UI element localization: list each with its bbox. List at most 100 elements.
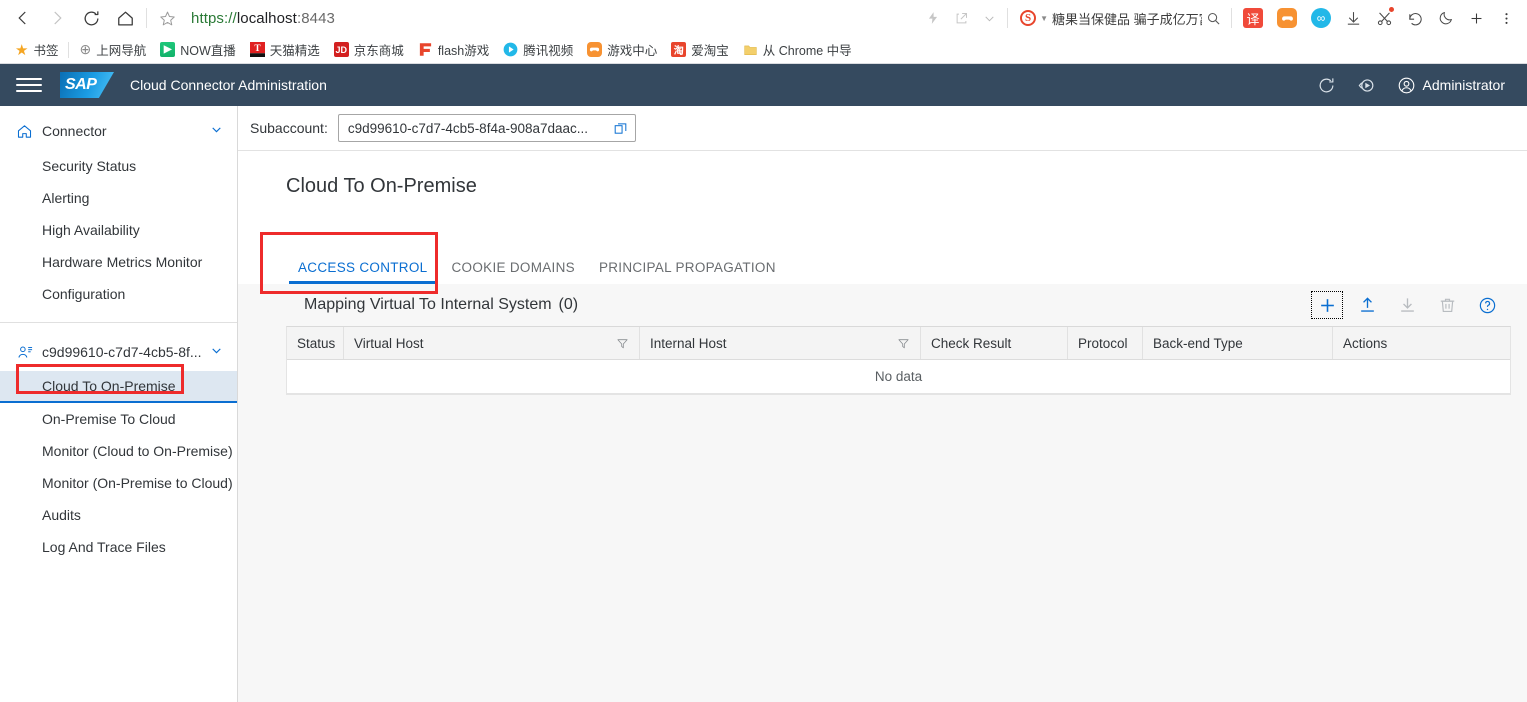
sidebar-group-subaccount[interactable]: c9d99610-c7d7-4cb5-8f... [0, 333, 237, 371]
sidebar-item-log-and-trace-files[interactable]: Log And Trace Files [0, 531, 237, 563]
bookmark-label: 天猫精选 [269, 44, 320, 58]
screenshot-scissors-icon[interactable] [1369, 3, 1400, 33]
bookmark-item-6[interactable]: 腾讯视频 [496, 39, 580, 61]
game-extension-icon[interactable] [1270, 3, 1304, 33]
bookmark-item-5[interactable]: flash游戏 [411, 39, 496, 61]
tab-label: ACCESS CONTROL [298, 260, 428, 275]
download-icon[interactable] [1338, 3, 1369, 33]
sidebar-divider [0, 322, 237, 323]
sidebar-item-hardware-metrics-monitor[interactable]: Hardware Metrics Monitor [0, 246, 237, 278]
column-label: Protocol [1078, 335, 1128, 351]
sidebar-item-label: Cloud To On-Premise [42, 378, 176, 394]
infinity-extension-icon[interactable]: ∞ [1304, 3, 1338, 33]
table-count: (0) [558, 296, 579, 313]
bookmark-label: 爱淘宝 [691, 44, 729, 58]
bookmark-item-4[interactable]: JD 京东商城 [327, 39, 411, 61]
bookmark-item-2[interactable]: ▶ NOW直播 [153, 39, 243, 61]
restart-icon[interactable] [1347, 65, 1387, 105]
history-back-icon[interactable] [1400, 3, 1431, 33]
sidebar-item-label: On-Premise To Cloud [42, 411, 176, 427]
sidebar-item-cloud-to-on-premise[interactable]: Cloud To On-Premise [0, 371, 237, 403]
bookmark-item-3[interactable]: T 天猫精选 [243, 39, 327, 61]
bookmark-divider [68, 41, 70, 58]
chevron-down-icon[interactable] [210, 123, 223, 139]
browser-menu-icon[interactable] [1492, 3, 1521, 33]
sidebar-item-alerting[interactable]: Alerting [0, 182, 237, 214]
url-scheme: https:// [191, 9, 237, 27]
translate-extension-icon[interactable]: 译 [1236, 3, 1270, 33]
search-icon[interactable] [1206, 11, 1221, 26]
column-header-back-end-type[interactable]: Back-end Type [1143, 327, 1333, 359]
bookmark-item-1[interactable]: ⊕ 上网导航 [72, 39, 153, 61]
chevron-down-icon[interactable] [210, 344, 223, 360]
table-title: Mapping Virtual To Internal System [304, 296, 552, 313]
column-label: Check Result [931, 335, 1012, 351]
globe-icon: ⊕ [79, 41, 92, 57]
tmall-icon: T [249, 42, 265, 57]
sidebar-group-connector[interactable]: Connector [0, 112, 237, 150]
column-label: Virtual Host [354, 335, 424, 351]
column-header-check-result[interactable]: Check Result [921, 327, 1068, 359]
import-button[interactable] [1347, 287, 1387, 323]
subaccount-bar: Subaccount: c9d99610-c7d7-4cb5-8f4a-908a… [238, 106, 1527, 151]
app-body: Connector Security Status Alerting High … [0, 106, 1527, 702]
sidebar-item-configuration[interactable]: Configuration [0, 278, 237, 310]
tab-principal-propagation[interactable]: PRINCIPAL PROPAGATION [587, 236, 788, 284]
sidebar-item-security-status[interactable]: Security Status [0, 150, 237, 182]
column-header-virtual-host[interactable]: Virtual Host [344, 327, 640, 359]
chevron-down-icon[interactable] [976, 3, 1003, 33]
url-port: :8443 [296, 9, 335, 27]
star-icon: ★ [15, 41, 29, 59]
sidebar-item-on-premise-to-cloud[interactable]: On-Premise To Cloud [0, 403, 237, 435]
search-box[interactable]: S ▼ 糖果当保健品 骗子成亿万富 [1012, 5, 1227, 31]
sidebar-item-high-availability[interactable]: High Availability [0, 214, 237, 246]
subaccount-input[interactable]: c9d99610-c7d7-4cb5-8f4a-908a7daac... [337, 114, 636, 142]
bookmark-label: 游戏中心 [607, 44, 658, 58]
bookmark-label: 腾讯视频 [523, 44, 574, 58]
sidebar: Connector Security Status Alerting High … [0, 106, 238, 702]
sidebar-item-monitor-cloud-to-on-premise[interactable]: Monitor (Cloud to On-Premise) [0, 435, 237, 467]
column-header-status[interactable]: Status [287, 327, 344, 359]
tab-access-control[interactable]: ACCESS CONTROL [286, 236, 439, 284]
add-mapping-button[interactable] [1307, 287, 1347, 323]
address-bar[interactable]: https://localhost:8443 [191, 10, 335, 27]
search-query-text: 糖果当保健品 骗子成亿万富 [1052, 11, 1202, 27]
sidebar-item-monitor-on-premise-to-cloud[interactable]: Monitor (On-Premise to Cloud) [0, 467, 237, 499]
app-header: SAP Cloud Connector Administration Admin… [0, 64, 1527, 106]
tencent-video-icon [503, 42, 519, 57]
copy-icon[interactable] [613, 121, 628, 136]
column-header-internal-host[interactable]: Internal Host [640, 327, 921, 359]
reload-button[interactable] [74, 3, 108, 33]
search-engine-caret-icon[interactable]: ▼ [1040, 14, 1048, 23]
sidebar-item-label: Security Status [42, 158, 137, 174]
column-header-actions[interactable]: Actions [1333, 327, 1510, 359]
back-button[interactable] [6, 3, 40, 33]
help-button[interactable] [1467, 287, 1507, 323]
user-menu[interactable]: Administrator [1387, 65, 1511, 105]
refresh-icon[interactable] [1307, 65, 1347, 105]
sogou-logo-icon: S [1020, 10, 1037, 26]
sidebar-item-label: Hardware Metrics Monitor [42, 254, 203, 270]
share-icon[interactable] [947, 3, 976, 33]
column-header-protocol[interactable]: Protocol [1068, 327, 1143, 359]
toolbar-divider-3 [1231, 8, 1232, 28]
home-button[interactable] [108, 3, 142, 33]
lightning-icon[interactable] [919, 3, 947, 33]
column-label: Internal Host [650, 335, 727, 351]
bookmark-item-7[interactable]: 游戏中心 [580, 39, 664, 61]
sidebar-item-audits[interactable]: Audits [0, 499, 237, 531]
dark-mode-moon-icon[interactable] [1431, 3, 1461, 33]
filter-icon[interactable] [897, 337, 910, 350]
bookmark-star-icon[interactable] [151, 3, 183, 33]
tab-cookie-domains[interactable]: COOKIE DOMAINS [439, 236, 586, 284]
subaccount-user-icon [16, 344, 42, 361]
user-avatar-icon [1398, 77, 1414, 93]
bookmark-item-8[interactable]: 淘 爱淘宝 [664, 39, 736, 61]
folder-icon [743, 42, 758, 57]
bookmark-item-9[interactable]: 从 Chrome 中导 [736, 39, 859, 61]
svg-text:T: T [254, 44, 261, 54]
bookmark-item-0[interactable]: ★ 书签 [8, 39, 65, 61]
filter-icon[interactable] [616, 337, 629, 350]
hamburger-menu-icon[interactable] [16, 78, 42, 92]
new-tab-plus-icon[interactable] [1461, 3, 1492, 33]
